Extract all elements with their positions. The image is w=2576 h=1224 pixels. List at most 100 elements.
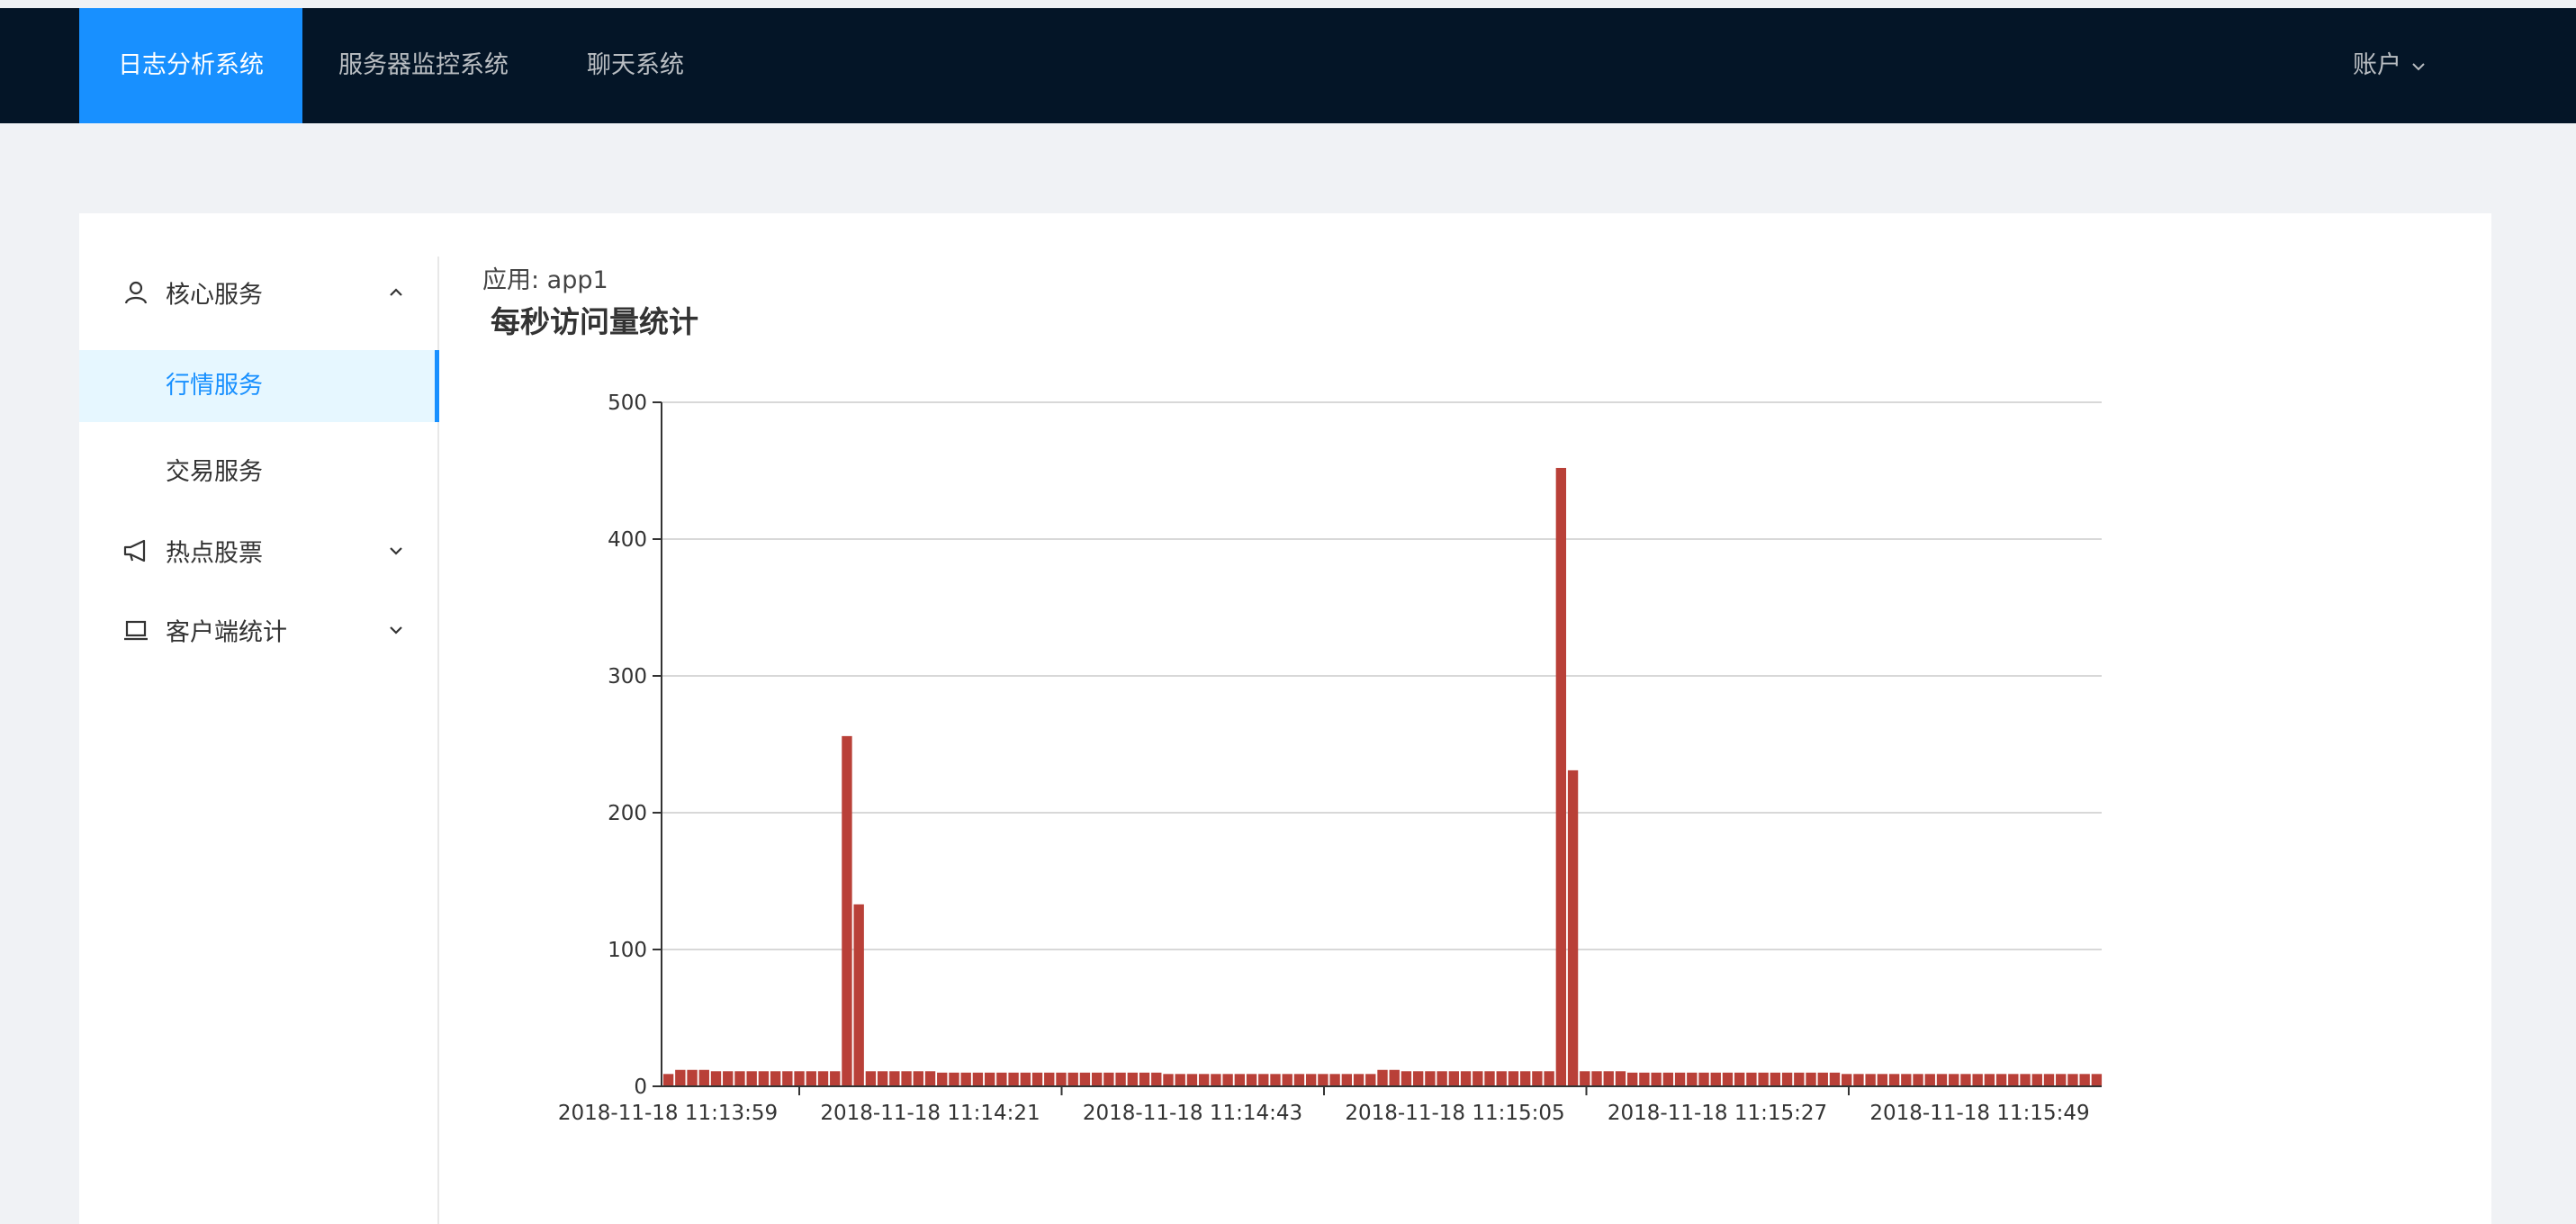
bar (1401, 1071, 1412, 1086)
bar (984, 1072, 995, 1086)
bar (1580, 1071, 1590, 1086)
bar (1460, 1071, 1472, 1086)
bar (1222, 1074, 1233, 1086)
bar (1484, 1071, 1495, 1086)
bar (1603, 1071, 1614, 1086)
bar (1008, 1072, 1019, 1086)
bar (842, 735, 852, 1086)
bar (1639, 1072, 1650, 1086)
bar (1163, 1074, 1174, 1086)
bar (2043, 1074, 2055, 1086)
nav-tab-log-analysis[interactable]: 日志分析系统 (79, 8, 302, 123)
bar (1591, 1071, 1602, 1086)
bar (913, 1071, 923, 1086)
top-navbar: 日志分析系统 服务器监控系统 聊天系统 账户 (0, 8, 2576, 123)
bar (889, 1071, 900, 1086)
bar (1412, 1071, 1424, 1086)
bar (996, 1072, 1007, 1086)
x-tick-label: 2018-11-18 11:14:43 (1083, 1102, 1302, 1125)
bar (2031, 1074, 2042, 1086)
bar (1936, 1074, 1948, 1086)
x-tick-label: 2018-11-18 11:15:05 (1345, 1102, 1564, 1125)
bar (1293, 1074, 1305, 1086)
bar (1175, 1074, 1185, 1086)
bar (960, 1072, 971, 1086)
x-tick-label: 2018-11-18 11:13:59 (558, 1102, 778, 1125)
bar (1829, 1072, 1841, 1086)
bar (1746, 1072, 1757, 1086)
bar (1425, 1071, 1436, 1086)
bar (1687, 1072, 1698, 1086)
bar (1353, 1074, 1365, 1086)
bar (1151, 1072, 1162, 1086)
bar (1519, 1071, 1531, 1086)
bar (1913, 1074, 1923, 1086)
nav-tab-server-monitor[interactable]: 服务器监控系统 (338, 8, 509, 123)
nav-tab-chat[interactable]: 聊天系统 (587, 8, 684, 123)
bar (1888, 1074, 1900, 1086)
bar (2008, 1074, 2019, 1086)
bar (1770, 1072, 1781, 1086)
bar (1329, 1074, 1340, 1086)
bar (972, 1072, 984, 1086)
bar (1544, 1071, 1554, 1086)
bar (1377, 1069, 1388, 1086)
bar (901, 1071, 912, 1086)
bar (2067, 1074, 2078, 1086)
account-menu[interactable]: 账户 (2353, 8, 2427, 123)
bar (817, 1071, 829, 1086)
bar (1627, 1072, 1638, 1086)
bar (1555, 467, 1567, 1086)
bar (937, 1072, 948, 1086)
bar (1305, 1074, 1317, 1086)
bar (924, 1071, 936, 1086)
bar (1662, 1072, 1674, 1086)
bar (1139, 1072, 1150, 1086)
chevron-down-icon (2412, 62, 2425, 70)
bar (794, 1071, 805, 1086)
bar (1389, 1069, 1400, 1086)
bar (782, 1071, 793, 1086)
bar (1651, 1072, 1662, 1086)
account-label: 账户 (2353, 51, 2401, 79)
bar (1115, 1072, 1126, 1086)
bar (1318, 1074, 1329, 1086)
bar (1781, 1072, 1793, 1086)
bar (2079, 1074, 2090, 1086)
y-tick-label: 500 (608, 392, 647, 415)
bar (1031, 1072, 1043, 1086)
bar (1473, 1071, 1483, 1086)
bar (853, 904, 864, 1086)
bar (770, 1071, 781, 1086)
bar (1853, 1074, 1864, 1086)
bar (1079, 1072, 1091, 1086)
bar (1972, 1074, 1983, 1086)
bar (2091, 1074, 2103, 1086)
bar (1710, 1072, 1721, 1086)
bar (1496, 1071, 1507, 1086)
bar (1211, 1074, 1221, 1086)
bar (1044, 1072, 1055, 1086)
bar (1198, 1074, 1210, 1086)
bar (1437, 1071, 1447, 1086)
bar (1960, 1074, 1971, 1086)
x-tick-label: 2018-11-18 11:15:49 (1869, 1102, 2089, 1125)
bar (1877, 1074, 1888, 1086)
y-tick-label: 100 (608, 939, 647, 962)
bar (1949, 1074, 1959, 1086)
bar (1341, 1074, 1353, 1086)
bar (1448, 1071, 1460, 1086)
bar-layer (662, 467, 2103, 1086)
bar (1901, 1074, 1912, 1086)
bar (949, 1072, 959, 1086)
x-tick-label: 2018-11-18 11:14:21 (820, 1102, 1040, 1125)
bar (865, 1071, 877, 1086)
bar (1234, 1074, 1246, 1086)
y-tick-label: 400 (608, 528, 647, 552)
x-tick-label: 2018-11-18 11:15:27 (1608, 1102, 1827, 1125)
bar (1532, 1071, 1543, 1086)
bar (1103, 1072, 1114, 1086)
bar (1258, 1074, 1269, 1086)
bar (1567, 770, 1579, 1086)
bar (734, 1071, 745, 1086)
